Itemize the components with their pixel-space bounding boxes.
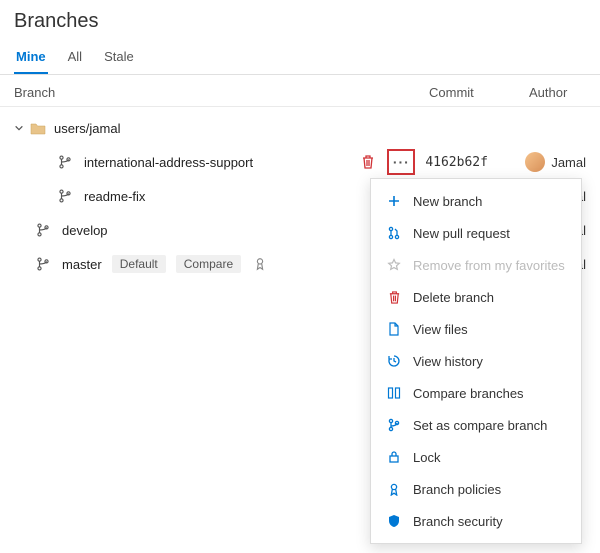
page-title: Branches (0, 0, 600, 39)
author-name: Jamal (551, 155, 586, 170)
menu-view-files[interactable]: View files (371, 313, 581, 345)
delete-icon[interactable] (361, 154, 377, 170)
folder-name: users/jamal (54, 121, 120, 136)
menu-new-pr[interactable]: New pull request (371, 217, 581, 249)
menu-label: View files (413, 322, 468, 337)
trash-icon (385, 290, 403, 305)
menu-branch-security[interactable]: Branch security (371, 505, 581, 537)
menu-view-history[interactable]: View history (371, 345, 581, 377)
branch-icon (58, 155, 76, 169)
chevron-down-icon[interactable] (14, 123, 28, 133)
lock-icon (385, 450, 403, 464)
tag-compare: Compare (176, 255, 241, 273)
folder-icon (30, 121, 48, 135)
branch-row-intl[interactable]: international-address-support ··· 4162b6… (0, 145, 600, 179)
ellipsis-icon: ··· (393, 155, 410, 169)
menu-label: Remove from my favorites (413, 258, 565, 273)
branch-icon (58, 189, 76, 203)
policy-badge-icon (253, 257, 269, 271)
menu-delete-branch[interactable]: Delete branch (371, 281, 581, 313)
tab-stale[interactable]: Stale (102, 45, 136, 74)
branch-icon (36, 223, 54, 237)
branch-icon (36, 257, 54, 271)
branch-context-menu: New branch New pull request Remove from … (370, 178, 582, 544)
column-headers: Branch Commit Author (0, 75, 600, 107)
history-icon (385, 354, 403, 368)
commit-hash[interactable]: 4162b62f (425, 155, 525, 170)
plus-icon (385, 194, 403, 208)
menu-remove-favorite: Remove from my favorites (371, 249, 581, 281)
column-commit: Commit (429, 85, 529, 100)
branch-icon (385, 418, 403, 432)
menu-label: Lock (413, 450, 440, 465)
menu-label: New pull request (413, 226, 510, 241)
tag-default: Default (112, 255, 166, 273)
tab-all[interactable]: All (66, 45, 84, 74)
column-branch: Branch (14, 85, 429, 100)
more-button[interactable]: ··· (387, 149, 415, 175)
menu-label: Compare branches (413, 386, 524, 401)
file-icon (385, 322, 403, 336)
menu-new-branch[interactable]: New branch (371, 185, 581, 217)
pull-request-icon (385, 226, 403, 240)
menu-label: Branch security (413, 514, 503, 529)
menu-label: View history (413, 354, 483, 369)
menu-label: Delete branch (413, 290, 494, 305)
menu-label: Set as compare branch (413, 418, 547, 433)
menu-label: New branch (413, 194, 482, 209)
tab-mine[interactable]: Mine (14, 45, 48, 74)
shield-icon (385, 514, 403, 528)
menu-compare-branches[interactable]: Compare branches (371, 377, 581, 409)
menu-lock[interactable]: Lock (371, 441, 581, 473)
column-author: Author (529, 85, 586, 100)
menu-label: Branch policies (413, 482, 501, 497)
avatar (525, 152, 545, 172)
branch-name: readme-fix (84, 189, 145, 204)
folder-row[interactable]: users/jamal (0, 111, 600, 145)
tabs-bar: Mine All Stale (0, 39, 600, 75)
menu-set-compare[interactable]: Set as compare branch (371, 409, 581, 441)
star-outline-icon (385, 258, 403, 272)
compare-icon (385, 386, 403, 400)
menu-branch-policies[interactable]: Branch policies (371, 473, 581, 505)
branch-name: international-address-support (84, 155, 253, 170)
branch-name: master (62, 257, 102, 272)
policy-badge-icon (385, 482, 403, 496)
branch-name: develop (62, 223, 108, 238)
